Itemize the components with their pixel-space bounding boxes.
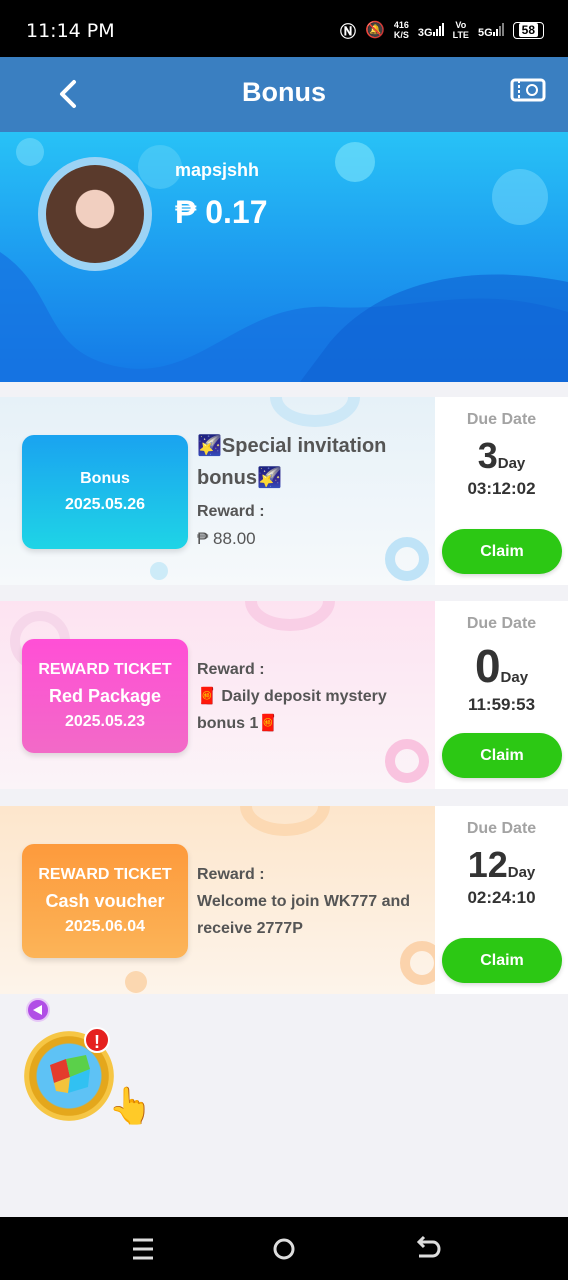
avatar-image <box>46 165 144 263</box>
due-panel: Due Date 3Day 03:12:02 Claim <box>435 397 568 585</box>
claim-button[interactable]: Claim <box>442 529 562 574</box>
due-days-number: 0 <box>474 640 501 692</box>
nfc-icon: Ⓝ <box>339 24 356 41</box>
profile-header: mapsjshh ₱ 0.17 <box>0 132 568 382</box>
reward-label: Reward : <box>197 866 265 883</box>
battery-level: 58 <box>518 22 538 37</box>
decor-ring <box>240 806 330 836</box>
bonus-card-main: REWARD TICKET Cash voucher 2025.06.04 Re… <box>0 806 444 994</box>
claim-button[interactable]: Claim <box>442 733 562 778</box>
decor-dot <box>125 971 147 993</box>
speed-unit: K/S <box>393 30 409 40</box>
due-countdown: 02:24:10 <box>467 888 536 907</box>
badge-date: 2025.05.23 <box>64 713 146 730</box>
reward-label: Reward : <box>197 661 265 678</box>
network-speed: 416 K/S <box>394 20 409 40</box>
system-nav-bar <box>0 1217 568 1280</box>
page-title: Bonus <box>242 77 326 107</box>
claim-button[interactable]: Claim <box>442 938 562 983</box>
avatar[interactable] <box>38 157 152 271</box>
bonus-card-main: REWARD TICKET Red Package 2025.05.23 Rew… <box>0 601 435 789</box>
signal-bars-icon <box>432 22 444 36</box>
mute-bell-icon: 🔕 <box>364 22 385 39</box>
status-icons: Ⓝ 🔕 416 K/S 3G Vo LTE 5G 58 <box>340 18 544 42</box>
gift-box-icon[interactable]: ! <box>24 1027 114 1121</box>
reward-amount: ₱ 88.00 <box>197 529 256 548</box>
signal-3g: 3G <box>418 22 444 39</box>
volte-top: Vo <box>455 20 467 30</box>
due-days: 12Day <box>435 844 568 886</box>
badge-kind: REWARD TICKET <box>38 866 172 883</box>
cube-icon <box>50 1055 90 1093</box>
reward-text: 🧧 Daily deposit mystery bonus 1🧧 <box>197 688 387 732</box>
badge-kind: REWARD TICKET <box>38 661 172 678</box>
due-days-unit: Day <box>500 669 529 686</box>
due-panel: Due Date 0Day 11:59:53 Claim <box>435 601 568 789</box>
collapse-arrow-icon[interactable] <box>26 998 50 1022</box>
home-icon[interactable] <box>269 1235 299 1263</box>
due-days: 0Day <box>435 639 568 693</box>
decor-ring <box>270 397 360 427</box>
due-days-number: 3 <box>477 435 498 476</box>
volte-label: Vo LTE <box>453 20 469 40</box>
due-days-number: 12 <box>467 844 508 885</box>
bonus-card: Bonus 2025.05.26 🌠Special invitation bon… <box>0 397 568 585</box>
speed-value: 416 <box>393 20 409 30</box>
due-days-unit: Day <box>497 455 526 472</box>
badge-date: 2025.06.04 <box>64 918 146 935</box>
back-nav-icon[interactable] <box>411 1235 441 1263</box>
due-date-label: Due Date <box>466 820 537 837</box>
due-days: 3Day <box>435 435 568 477</box>
signal-5g: 5G <box>478 22 504 39</box>
red-package-badge: REWARD TICKET Red Package 2025.05.23 <box>22 639 188 753</box>
decor-dot <box>150 562 168 580</box>
decor-ring <box>385 739 429 783</box>
bonus-card: REWARD TICKET Red Package 2025.05.23 Rew… <box>0 601 568 789</box>
alert-badge: ! <box>84 1027 110 1053</box>
badge-sub: Red Package <box>48 686 162 706</box>
net-3g-label: 3G <box>417 26 433 39</box>
bonus-detail: 🌠Special invitation bonus🌠 Reward : ₱ 88… <box>197 430 429 552</box>
bonus-detail: Reward : 🧧 Daily deposit mystery bonus 1… <box>197 656 429 737</box>
due-countdown: 11:59:53 <box>467 695 536 714</box>
due-panel: Due Date 12Day 02:24:10 Claim <box>435 806 568 994</box>
floating-widgets: ! 👆 <box>0 995 568 1217</box>
reward-label: Reward : <box>197 503 265 520</box>
due-countdown: 03:12:02 <box>467 479 536 498</box>
bonus-card: REWARD TICKET Cash voucher 2025.06.04 Re… <box>0 806 568 994</box>
signal-bars-icon <box>492 22 504 36</box>
decor-ring <box>245 601 335 631</box>
app-bar: Bonus <box>0 57 568 132</box>
bonus-detail: Reward : Welcome to join WK777 and recei… <box>197 861 429 942</box>
cash-voucher-badge: REWARD TICKET Cash voucher 2025.06.04 <box>22 844 188 958</box>
username: mapsjshh <box>175 160 260 180</box>
bonus-title: 🌠Special invitation bonus🌠 <box>197 435 387 489</box>
due-date-label: Due Date <box>466 615 537 632</box>
bonus-card-main: Bonus 2025.05.26 🌠Special invitation bon… <box>0 397 435 585</box>
volte-bottom: LTE <box>452 30 469 40</box>
badge-date: 2025.05.26 <box>64 496 146 513</box>
due-date-label: Due Date <box>466 411 537 428</box>
ticket-icon[interactable] <box>510 77 546 103</box>
reward-text: Welcome to join WK777 and receive 2777P <box>197 893 411 937</box>
badge-sub: Cash voucher <box>45 891 165 911</box>
bonus-badge: Bonus 2025.05.26 <box>22 435 188 549</box>
pointing-hand-icon: 👆 <box>108 1085 153 1126</box>
net-5g-label: 5G <box>477 26 493 39</box>
menu-icon[interactable] <box>128 1235 158 1263</box>
status-bar: 11:14 PM Ⓝ 🔕 416 K/S 3G Vo LTE 5G 58 <box>0 0 568 57</box>
battery-icon: 58 <box>512 21 544 39</box>
due-days-unit: Day <box>507 864 536 881</box>
badge-kind: Bonus <box>80 470 130 487</box>
clock: 11:14 PM <box>26 20 115 42</box>
balance: ₱ 0.17 <box>175 194 268 230</box>
